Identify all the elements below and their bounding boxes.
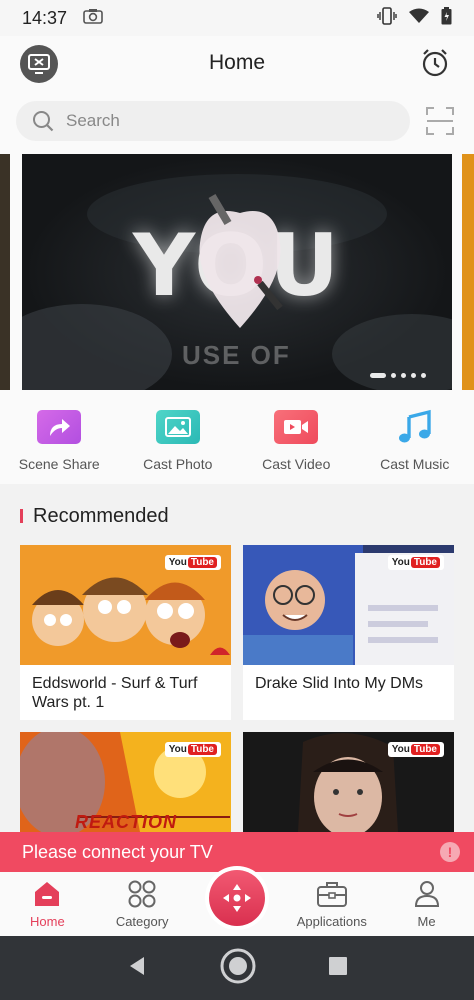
banner-next-peek[interactable] (462, 154, 474, 390)
youtube-badge-tube: Tube (187, 557, 217, 568)
video-title: Eddsworld - Surf & Turf Wars pt. 1 (32, 675, 198, 712)
cast-video-button[interactable]: Cast Video (237, 392, 356, 484)
video-card[interactable]: You Tube (243, 732, 454, 832)
cast-music-button[interactable]: Cast Music (356, 392, 474, 484)
app-header: Home (0, 36, 474, 90)
category-grid-icon (128, 880, 156, 908)
nav-me[interactable]: Me (379, 872, 474, 936)
cast-photo-label: Cast Photo (143, 456, 213, 472)
vibrate-icon (377, 6, 397, 30)
youtube-badge: You Tube (387, 742, 444, 757)
youtube-badge: You Tube (164, 555, 221, 570)
wifi-icon (409, 8, 429, 29)
video-card[interactable]: REACTION You Tube (20, 732, 231, 832)
youtube-badge: You Tube (387, 555, 444, 570)
carousel-dot (391, 373, 396, 378)
carousel-indicator (370, 373, 426, 378)
video-thumbnail: You Tube (243, 545, 454, 665)
cast-off-button[interactable] (20, 45, 58, 83)
carousel-dot (411, 373, 416, 378)
video-thumbnail: You Tube (20, 545, 231, 665)
system-navigation-bar (0, 936, 474, 1000)
nav-applications-label: Applications (296, 914, 367, 929)
camera-icon (83, 8, 103, 29)
banner-heart-art (199, 193, 283, 328)
nav-home-label: Home (30, 914, 65, 929)
scan-button[interactable] (426, 107, 454, 135)
nav-applications[interactable]: Applications (284, 872, 379, 936)
youtube-badge-you: You (168, 557, 187, 568)
search-area: Search (0, 90, 474, 152)
person-icon (414, 881, 439, 907)
remote-control-button[interactable] (205, 866, 269, 930)
share-arrow-icon (37, 410, 82, 444)
carousel-dot (421, 373, 426, 378)
quick-actions: Scene Share Cast Photo Cast Video Cast M… (0, 392, 474, 484)
banner-previous-peek[interactable] (0, 154, 10, 390)
recents-icon[interactable] (328, 956, 348, 981)
cast-music-label: Cast Music (380, 456, 450, 472)
banner-subtext: USE OF (182, 340, 291, 370)
music-note-icon (393, 409, 437, 444)
youtube-badge-tube: Tube (410, 744, 440, 755)
nav-home[interactable]: Home (0, 872, 95, 936)
scan-icon (426, 107, 454, 135)
youtube-badge-tube: Tube (410, 557, 440, 568)
page-title: Home (208, 51, 266, 74)
remote-dpad-icon (209, 870, 265, 926)
section-accent-bar (20, 509, 23, 523)
youtube-badge: You Tube (164, 742, 221, 757)
video-card[interactable]: You Tube Eddsworld - Surf & Turf Wars pt.… (20, 545, 231, 720)
alert-info-icon[interactable]: ! (440, 842, 460, 862)
recommended-header: Recommended (20, 500, 169, 532)
back-icon[interactable] (126, 955, 148, 982)
video-thumbnail: You Tube (243, 732, 454, 832)
carousel-dot-active (370, 373, 386, 378)
home-circle-icon[interactable] (219, 947, 257, 990)
search-icon (33, 111, 54, 132)
banner-slide[interactable]: YOU USE OF (22, 154, 452, 390)
video-thumbnail: REACTION You Tube (20, 732, 231, 832)
alarm-clock-icon (422, 49, 448, 77)
search-input[interactable]: Search (16, 101, 410, 141)
cast-photo-button[interactable]: Cast Photo (119, 392, 238, 484)
battery-icon (441, 6, 452, 30)
connect-tv-text: Please connect your TV (22, 841, 213, 862)
home-icon (35, 882, 60, 906)
search-placeholder: Search (66, 111, 120, 130)
reaction-overlay-text: REACTION (75, 812, 177, 832)
alarm-button[interactable] (418, 46, 452, 80)
video-title: Drake Slid Into My DMs (255, 675, 424, 692)
cast-video-label: Cast Video (262, 456, 331, 472)
banner-carousel[interactable]: YOU USE OF (0, 152, 474, 392)
video-icon (274, 410, 319, 444)
photo-icon (155, 410, 200, 444)
video-card[interactable]: You Tube Drake Slid Into My DMs (243, 545, 454, 720)
status-bar: 14:37 (0, 0, 474, 36)
carousel-dot (401, 373, 406, 378)
scene-share-label: Scene Share (18, 456, 100, 472)
status-time: 14:37 (22, 7, 68, 28)
nav-me-label: Me (417, 914, 436, 929)
youtube-badge-you: You (391, 744, 410, 755)
scene-share-button[interactable]: Scene Share (0, 392, 119, 484)
youtube-badge-tube: Tube (187, 744, 217, 755)
briefcase-icon (316, 882, 347, 907)
nav-category-label: Category (115, 914, 169, 929)
youtube-badge-you: You (391, 557, 410, 568)
youtube-badge-you: You (168, 744, 187, 755)
nav-category[interactable]: Category (95, 872, 190, 936)
recommended-title: Recommended (33, 504, 169, 527)
cast-off-icon (28, 54, 50, 74)
